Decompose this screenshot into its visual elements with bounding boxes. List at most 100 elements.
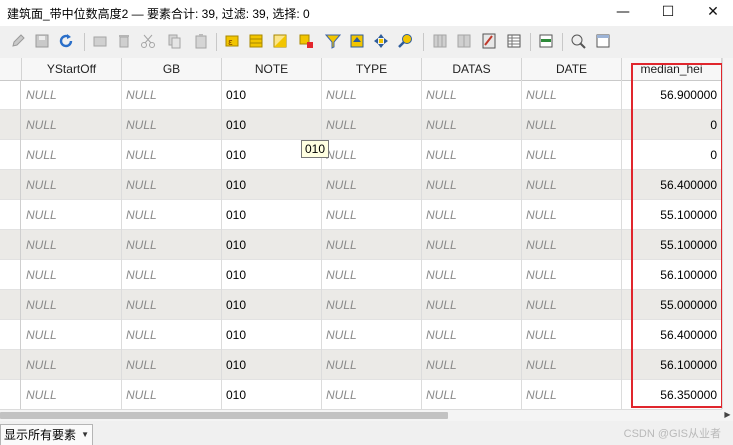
reload-icon[interactable] xyxy=(58,33,74,49)
cell-note[interactable]: 010 xyxy=(222,380,322,409)
cell-date[interactable]: NULL xyxy=(522,140,622,170)
scroll-right-arrow-icon[interactable]: ▶ xyxy=(722,409,733,421)
cell-date[interactable]: NULL xyxy=(522,260,622,290)
cell-ystartoff[interactable]: NULL xyxy=(22,260,122,290)
table-row[interactable]: NULL NULL 010 NULL NULL NULL 56.900000 xyxy=(0,80,722,110)
conditional-format-icon[interactable] xyxy=(506,33,522,49)
cell-ystartoff[interactable]: NULL xyxy=(22,320,122,350)
deselect-icon[interactable] xyxy=(298,33,314,49)
zoom-to-selected-icon[interactable] xyxy=(398,33,414,49)
cell-ystartoff[interactable]: NULL xyxy=(22,350,122,380)
cell-note[interactable]: 010 xyxy=(222,320,322,350)
cell-ystartoff[interactable]: NULL xyxy=(22,200,122,230)
save-edits-icon[interactable] xyxy=(34,33,50,49)
cell-date[interactable]: NULL xyxy=(522,170,622,200)
table-row[interactable]: NULL NULL 010 NULL NULL NULL 56.400000 xyxy=(0,170,722,200)
copy-icon[interactable] xyxy=(166,33,182,49)
cell-datas[interactable]: NULL xyxy=(422,110,522,140)
delete-field-icon[interactable] xyxy=(456,33,472,49)
delete-feature-icon[interactable] xyxy=(116,33,132,49)
cell-date[interactable]: NULL xyxy=(522,320,622,350)
cell-type[interactable]: NULL xyxy=(322,350,422,380)
column-header-date[interactable]: DATE xyxy=(522,58,622,80)
row-header[interactable] xyxy=(0,200,21,230)
cell-datas[interactable]: NULL xyxy=(422,170,522,200)
row-header[interactable] xyxy=(0,80,21,110)
row-header[interactable] xyxy=(0,350,21,380)
dock-icon[interactable] xyxy=(538,33,554,49)
pan-to-selected-icon[interactable] xyxy=(373,33,389,49)
cell-datas[interactable]: NULL xyxy=(422,320,522,350)
table-row[interactable]: NULL NULL 010 NULL NULL NULL 55.100000 xyxy=(0,200,722,230)
cell-date[interactable]: NULL xyxy=(522,110,622,140)
new-field-icon[interactable] xyxy=(432,33,448,49)
paste-icon[interactable] xyxy=(193,33,209,49)
maximize-button[interactable]: ☐ xyxy=(648,0,688,24)
cell-type[interactable]: NULL xyxy=(322,110,422,140)
row-header[interactable] xyxy=(0,290,21,320)
cell-date[interactable]: NULL xyxy=(522,200,622,230)
cell-median-hei[interactable]: 55.000000 xyxy=(622,290,722,320)
cell-ystartoff[interactable]: NULL xyxy=(22,140,122,170)
cell-ystartoff[interactable]: NULL xyxy=(22,230,122,260)
row-header[interactable] xyxy=(0,380,21,409)
cell-gb[interactable]: NULL xyxy=(122,260,222,290)
cell-datas[interactable]: NULL xyxy=(422,80,522,110)
close-button[interactable]: ✕ xyxy=(693,0,733,24)
cell-ystartoff[interactable]: NULL xyxy=(22,80,122,110)
toggle-editing-icon[interactable] xyxy=(10,33,26,49)
cut-icon[interactable] xyxy=(140,33,156,49)
cell-gb[interactable]: NULL xyxy=(122,200,222,230)
corner-header[interactable] xyxy=(0,58,22,80)
cell-datas[interactable]: NULL xyxy=(422,260,522,290)
feature-filter-dropdown[interactable]: 显示所有要素 ▼ xyxy=(0,424,93,445)
cell-gb[interactable]: NULL xyxy=(122,230,222,260)
cell-date[interactable]: NULL xyxy=(522,230,622,260)
invert-selection-icon[interactable] xyxy=(272,33,288,49)
cell-median-hei[interactable]: 55.100000 xyxy=(622,230,722,260)
column-header-gb[interactable]: GB xyxy=(122,58,222,80)
column-header-datas[interactable]: DATAS xyxy=(422,58,522,80)
cell-datas[interactable]: NULL xyxy=(422,230,522,260)
table-row[interactable]: NULL NULL 010 NULL NULL NULL 55.000000 xyxy=(0,290,722,320)
cell-median-hei[interactable]: 0 xyxy=(622,140,722,170)
horizontal-scroll-thumb[interactable] xyxy=(0,412,448,419)
table-row[interactable]: NULL NULL 010 NULL NULL NULL 56.350000 xyxy=(0,380,722,409)
row-header[interactable] xyxy=(0,230,21,260)
cell-datas[interactable]: NULL xyxy=(422,140,522,170)
cell-gb[interactable]: NULL xyxy=(122,320,222,350)
table-row[interactable]: NULL NULL 010 NULL NULL NULL 56.100000 xyxy=(0,260,722,290)
cell-median-hei[interactable]: 56.100000 xyxy=(622,260,722,290)
cell-type[interactable]: NULL xyxy=(322,230,422,260)
cell-type[interactable]: NULL xyxy=(322,380,422,409)
cell-date[interactable]: NULL xyxy=(522,80,622,110)
column-header-type[interactable]: TYPE xyxy=(322,58,422,80)
vertical-scrollbar[interactable] xyxy=(722,58,733,409)
cell-median-hei[interactable]: 56.100000 xyxy=(622,350,722,380)
cell-note[interactable]: 010 xyxy=(222,260,322,290)
cell-type[interactable]: NULL xyxy=(322,260,422,290)
horizontal-scrollbar[interactable] xyxy=(0,409,722,421)
cell-date[interactable]: NULL xyxy=(522,290,622,320)
cell-note[interactable]: 010 xyxy=(222,350,322,380)
column-header-note[interactable]: NOTE xyxy=(222,58,322,80)
cell-gb[interactable]: NULL xyxy=(122,350,222,380)
table-row[interactable]: NULL NULL 010 NULL NULL NULL 0 xyxy=(0,110,722,140)
cell-type[interactable]: NULL xyxy=(322,170,422,200)
column-header-ystartoff[interactable]: YStartOff xyxy=(22,58,122,80)
cell-ystartoff[interactable]: NULL xyxy=(22,110,122,140)
cell-datas[interactable]: NULL xyxy=(422,290,522,320)
cell-gb[interactable]: NULL xyxy=(122,110,222,140)
add-feature-icon[interactable] xyxy=(92,33,108,49)
cell-median-hei[interactable]: 56.350000 xyxy=(622,380,722,409)
actions-icon[interactable] xyxy=(570,33,586,49)
cell-type[interactable]: NULL xyxy=(322,80,422,110)
cell-median-hei[interactable]: 56.400000 xyxy=(622,320,722,350)
row-header[interactable] xyxy=(0,170,21,200)
cell-median-hei[interactable]: 55.100000 xyxy=(622,200,722,230)
row-header[interactable] xyxy=(0,110,21,140)
table-view-icon[interactable] xyxy=(595,33,611,49)
cell-gb[interactable]: NULL xyxy=(122,380,222,409)
cell-note[interactable]: 010 xyxy=(222,80,322,110)
cell-median-hei[interactable]: 0 xyxy=(622,110,722,140)
